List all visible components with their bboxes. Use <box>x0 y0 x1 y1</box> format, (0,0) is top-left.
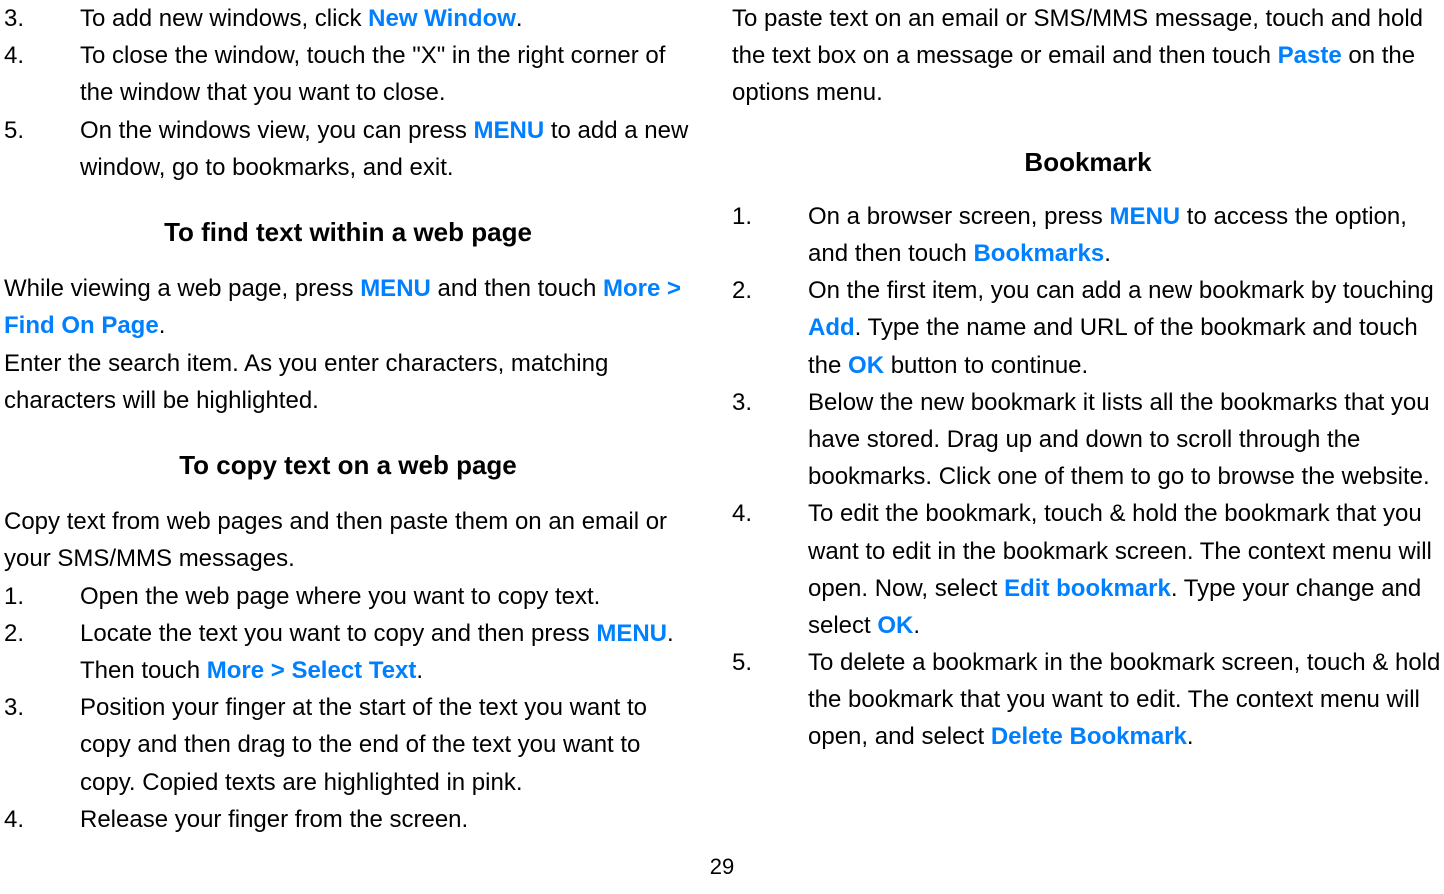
text-run: . <box>159 312 166 339</box>
list-number: 3. <box>4 689 80 801</box>
bookmark-list: 1.On a browser screen, press MENU to acc… <box>732 198 1444 756</box>
text-run: Edit bookmark <box>1004 575 1171 602</box>
text-run: OK <box>848 352 884 379</box>
text-run: Add <box>808 314 855 341</box>
text-run: MENU <box>596 620 667 647</box>
list-body: Release your finger from the screen. <box>80 801 692 838</box>
text-run: New Window <box>368 5 516 32</box>
list-number: 2. <box>4 615 80 689</box>
list-body: On a browser screen, press MENU to acces… <box>808 198 1444 272</box>
right-column: To paste text on an email or SMS/MMS mes… <box>722 0 1444 830</box>
text-run: Position your finger at the start of the… <box>80 694 647 795</box>
list-number: 5. <box>732 644 808 756</box>
list-body: Below the new bookmark it lists all the … <box>808 384 1444 496</box>
text-run: MENU <box>474 117 545 144</box>
text-run: On a browser screen, press <box>808 203 1109 230</box>
list-item: 4.Release your finger from the screen. <box>4 801 692 838</box>
text-run: MENU <box>360 275 431 302</box>
paste-paragraph: To paste text on an email or SMS/MMS mes… <box>732 0 1444 112</box>
copy-intro: Copy text from web pages and then paste … <box>4 503 692 577</box>
find-paragraph-1: While viewing a web page, press MENU and… <box>4 270 692 344</box>
list-body: On the first item, you can add a new boo… <box>808 272 1444 384</box>
list-item: 3.To add new windows, click New Window. <box>4 0 692 37</box>
list-body: On the windows view, you can press MENU … <box>80 112 692 186</box>
text-run: Locate the text you want to copy and the… <box>80 620 596 647</box>
list-body: To add new windows, click New Window. <box>80 0 692 37</box>
text-run: . <box>1187 723 1194 750</box>
text-run: . <box>416 657 423 684</box>
windows-list: 3.To add new windows, click New Window.4… <box>4 0 692 186</box>
text-run: MENU <box>1109 203 1180 230</box>
text-run: Open the web page where you want to copy… <box>80 583 600 610</box>
list-item: 3.Below the new bookmark it lists all th… <box>732 384 1444 496</box>
text-run: . <box>1104 240 1111 267</box>
text-run: To add new windows, click <box>80 5 368 32</box>
find-paragraph-2: Enter the search item. As you enter char… <box>4 345 692 419</box>
text-run: To close the window, touch the "X" in th… <box>80 42 665 106</box>
list-item: 1.Open the web page where you want to co… <box>4 578 692 615</box>
list-body: Position your finger at the start of the… <box>80 689 692 801</box>
text-run: More > Select Text <box>207 657 417 684</box>
list-number: 3. <box>4 0 80 37</box>
text-run: OK <box>877 612 913 639</box>
list-body: To close the window, touch the "X" in th… <box>80 37 692 111</box>
list-item: 5.To delete a bookmark in the bookmark s… <box>732 644 1444 756</box>
text-run: button to continue. <box>884 352 1088 379</box>
text-run: On the first item, you can add a new boo… <box>808 277 1434 304</box>
text-run: Enter the search item. As you enter char… <box>4 350 608 414</box>
list-body: To edit the bookmark, touch & hold the b… <box>808 495 1444 644</box>
text-run: Delete Bookmark <box>991 723 1187 750</box>
list-item: 2.On the first item, you can add a new b… <box>732 272 1444 384</box>
text-run: Release your finger from the screen. <box>80 806 468 833</box>
heading-bookmark: Bookmark <box>732 142 1444 182</box>
heading-copy-text: To copy text on a web page <box>4 445 692 485</box>
page-number: 29 <box>0 850 1444 884</box>
text-run: On the windows view, you can press <box>80 117 474 144</box>
text-run: While viewing a web page, press <box>4 275 360 302</box>
heading-find-text: To find text within a web page <box>4 212 692 252</box>
list-item: 3.Position your finger at the start of t… <box>4 689 692 801</box>
list-number: 4. <box>4 37 80 111</box>
copy-list: 1.Open the web page where you want to co… <box>4 578 692 838</box>
page-columns: 3.To add new windows, click New Window.4… <box>0 0 1444 830</box>
list-body: Locate the text you want to copy and the… <box>80 615 692 689</box>
text-run: and then touch <box>431 275 603 302</box>
list-item: 4.To edit the bookmark, touch & hold the… <box>732 495 1444 644</box>
list-number: 4. <box>4 801 80 838</box>
list-number: 3. <box>732 384 808 496</box>
list-number: 5. <box>4 112 80 186</box>
text-run: Paste <box>1278 42 1342 69</box>
text-run: Bookmarks <box>973 240 1104 267</box>
list-item: 2.Locate the text you want to copy and t… <box>4 615 692 689</box>
left-column: 3.To add new windows, click New Window.4… <box>0 0 722 830</box>
text-run: . <box>516 5 523 32</box>
list-item: 1.On a browser screen, press MENU to acc… <box>732 198 1444 272</box>
list-body: Open the web page where you want to copy… <box>80 578 692 615</box>
text-run: . <box>913 612 920 639</box>
text-run: Copy text from web pages and then paste … <box>4 508 667 572</box>
list-item: 5.On the windows view, you can press MEN… <box>4 112 692 186</box>
list-number: 1. <box>4 578 80 615</box>
list-number: 1. <box>732 198 808 272</box>
list-number: 2. <box>732 272 808 384</box>
list-number: 4. <box>732 495 808 644</box>
text-run: Below the new bookmark it lists all the … <box>808 389 1430 490</box>
list-body: To delete a bookmark in the bookmark scr… <box>808 644 1444 756</box>
list-item: 4.To close the window, touch the "X" in … <box>4 37 692 111</box>
